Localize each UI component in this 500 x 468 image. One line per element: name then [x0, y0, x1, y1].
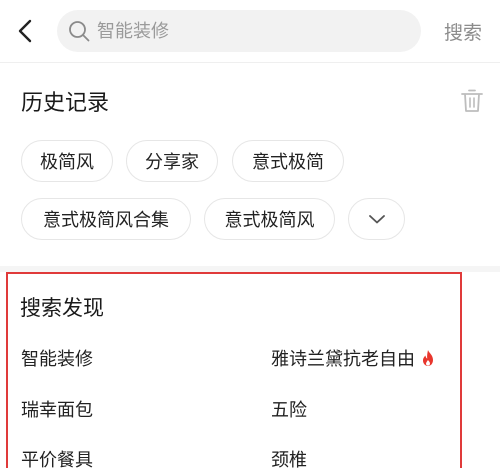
- history-chip[interactable]: 意式极简风: [204, 198, 335, 240]
- chevron-down-icon: [368, 215, 385, 224]
- discover-item-label: 瑞幸面包: [21, 400, 93, 421]
- history-title: 历史记录: [21, 91, 110, 116]
- search-button[interactable]: 搜索: [444, 18, 482, 45]
- clear-history-button[interactable]: [460, 88, 484, 114]
- header-divider: [0, 62, 500, 63]
- discover-item-label: 五险: [271, 400, 307, 421]
- discover-item[interactable]: 雅诗兰黛抗老自由: [271, 345, 435, 371]
- back-arrow-icon: [18, 19, 32, 43]
- search-icon: [67, 19, 91, 43]
- search-input[interactable]: [97, 20, 397, 42]
- discover-title: 搜索发现: [20, 296, 104, 320]
- chip-label: 意式极简风: [224, 210, 315, 231]
- discover-item[interactable]: 智能装修: [21, 345, 93, 371]
- discover-item[interactable]: 平价餐具: [21, 446, 93, 468]
- trash-icon: [461, 89, 483, 112]
- discover-item[interactable]: 瑞幸面包: [21, 396, 93, 422]
- chip-label: 分享家: [145, 152, 199, 173]
- search-bar[interactable]: [57, 10, 421, 52]
- expand-history-button[interactable]: [348, 198, 405, 240]
- discover-item-label: 雅诗兰黛抗老自由: [271, 349, 415, 370]
- discover-item-label: 颈椎: [271, 450, 307, 468]
- history-chip[interactable]: 极简风: [21, 140, 113, 182]
- chip-label: 极简风: [40, 152, 94, 173]
- discover-item[interactable]: 颈椎: [271, 446, 307, 468]
- chip-label: 意式极简风合集: [43, 210, 169, 231]
- discover-item-label: 智能装修: [21, 349, 93, 370]
- history-chip[interactable]: 分享家: [126, 140, 218, 182]
- history-chip[interactable]: 意式极简风合集: [21, 198, 191, 240]
- fire-icon: [423, 350, 433, 366]
- discover-item[interactable]: 五险: [271, 396, 307, 422]
- chip-label: 意式极简: [252, 152, 324, 173]
- discover-item-label: 平价餐具: [21, 450, 93, 468]
- back-button[interactable]: [10, 14, 40, 48]
- top-bar: 搜索: [0, 0, 500, 62]
- history-chip[interactable]: 意式极简: [232, 140, 344, 182]
